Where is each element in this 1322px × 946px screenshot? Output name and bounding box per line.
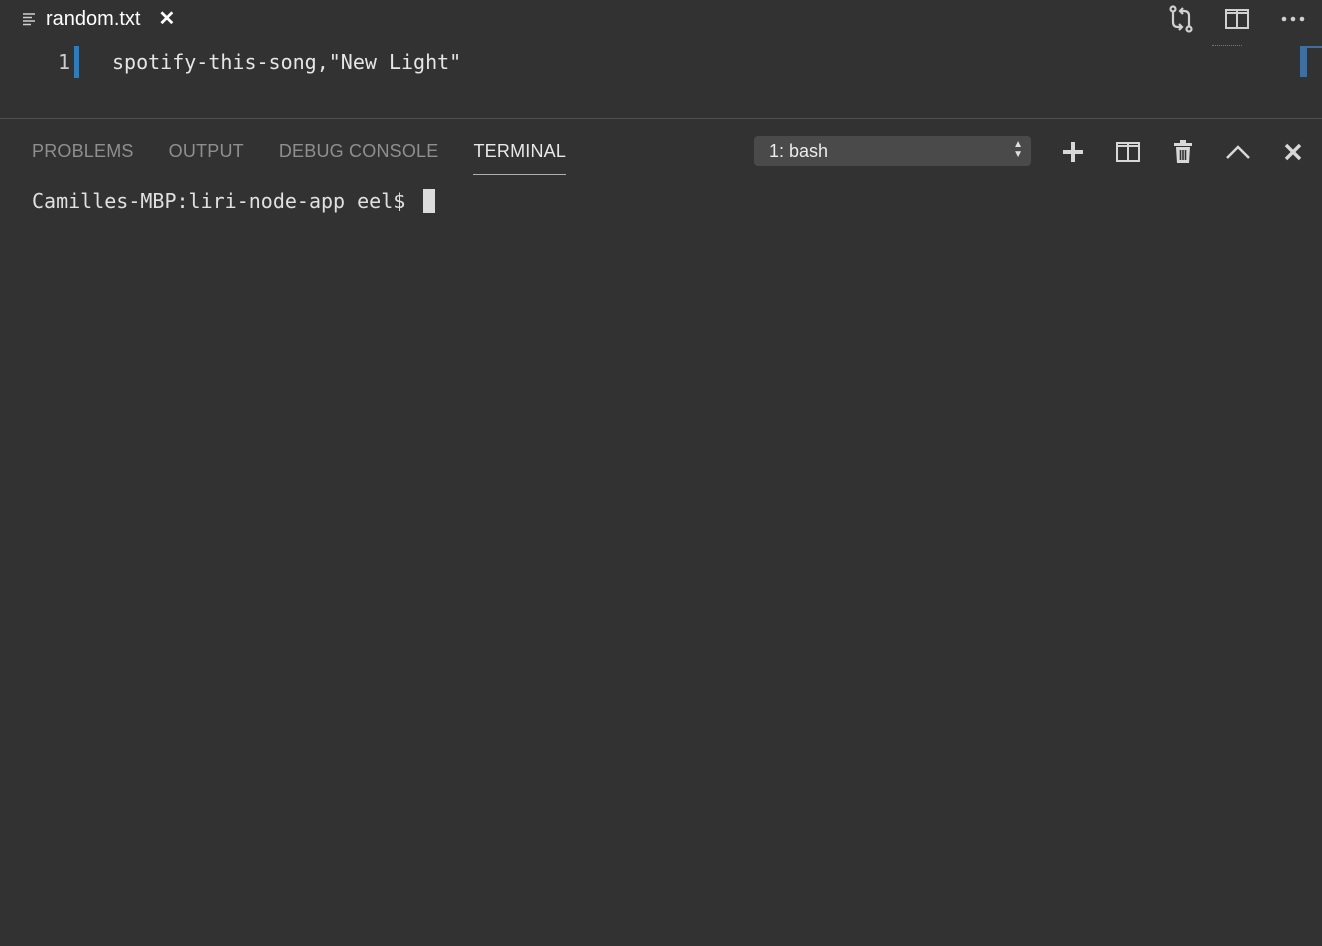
tab-terminal[interactable]: TERMINAL (473, 137, 567, 175)
trash-icon[interactable] (1168, 137, 1198, 167)
chevron-up-icon[interactable] (1223, 137, 1253, 167)
editor-actions (1166, 4, 1308, 34)
terminal-prompt: Camilles-MBP:liri-node-app eel$ (32, 189, 418, 213)
terminal-select-value: 1: bash (769, 140, 829, 161)
minimap[interactable] (1212, 45, 1242, 48)
close-icon[interactable] (1278, 137, 1308, 167)
panel-actions (1058, 137, 1308, 167)
tab-close-icon[interactable]: ✕ (158, 9, 175, 29)
terminal-cursor (423, 189, 436, 213)
more-actions-icon[interactable] (1278, 4, 1308, 34)
plus-icon[interactable] (1058, 137, 1088, 167)
git-compare-icon[interactable] (1166, 4, 1196, 34)
select-arrows-icon: ▲ ▼ (1013, 139, 1023, 160)
tab-output[interactable]: OUTPUT (169, 137, 244, 175)
tab-debug-console[interactable]: DEBUG CONSOLE (279, 137, 439, 175)
scrollbar-thumb[interactable] (1300, 47, 1307, 77)
bottom-panel: PROBLEMS OUTPUT DEBUG CONSOLE TERMINAL 1… (0, 118, 1322, 946)
panel-tabs: PROBLEMS OUTPUT DEBUG CONSOLE TERMINAL (32, 137, 567, 177)
split-editor-icon[interactable] (1222, 4, 1252, 34)
code-text[interactable]: spotify-this-song,"New Light" (112, 50, 461, 74)
terminal-output[interactable]: Camilles-MBP:liri-node-app eel$ (32, 189, 436, 213)
gutter-change-marker (74, 46, 79, 78)
editor-tab[interactable]: random.txt ✕ (22, 4, 175, 34)
editor-area: random.txt ✕ 1 spotify-this-song,"New Li… (0, 0, 1322, 118)
line-number: 1 (57, 50, 70, 74)
tab-problems[interactable]: PROBLEMS (32, 137, 134, 175)
split-terminal-icon[interactable] (1113, 137, 1143, 167)
file-lines-icon (22, 11, 38, 27)
code-line[interactable]: 1 spotify-this-song,"New Light" (0, 44, 1322, 80)
tab-filename: random.txt (46, 7, 141, 30)
terminal-select[interactable]: 1: bash ▲ ▼ (754, 136, 1031, 166)
